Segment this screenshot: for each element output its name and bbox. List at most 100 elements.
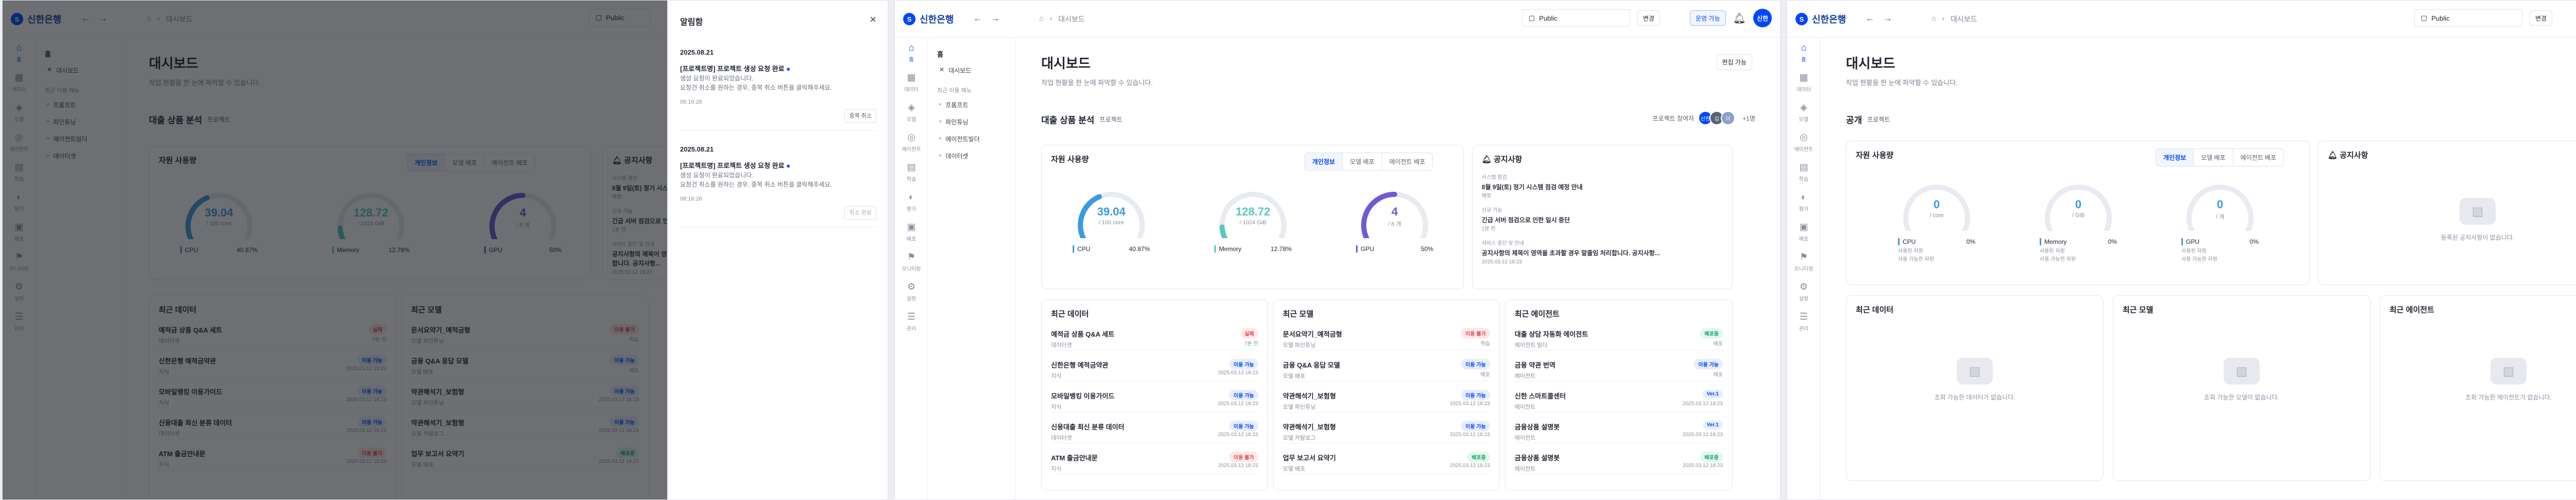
bell-icon[interactable]: 🔔︎ [1733,12,1746,25]
status-badge: Ver.1 [1702,390,1723,398]
list-item[interactable]: 신한은행 예적금약관지식이용 가능2025.03.12 18:23 [1051,355,1258,381]
notification-message: 요청건 취소를 원하는 경우, 중복 취소 버튼을 클릭해주세요. [680,181,832,188]
cancel-duplicate-button[interactable]: 중복 취소 [844,109,876,123]
project-members[interactable]: 프로젝트 참여자 신한 김 이 +1명 [1653,111,1755,125]
list-item[interactable]: 약관해석기_보험형모델 파인튜닝이용 가능2025.03.12 18:23 [1283,386,1490,412]
home-icon[interactable]: ⌂ [1931,14,1936,24]
notice-item[interactable]: 8월 9일(토) 정기 시스템 점검 예정 안내 [1482,182,1723,192]
gauge-unit: / core [1929,212,1944,219]
avatar[interactable]: 신한 [1753,9,1772,27]
rail-item[interactable]: ⚙ 설정 [895,277,928,307]
empty-text: 조회 가능한 에이전트가 없습니다. [2465,394,2552,401]
section-tag: 프로젝트 [1099,116,1123,123]
rail-item[interactable]: ▤ 학습 [895,157,928,187]
card-title: 최근 데이터 [1856,306,1894,314]
list-item[interactable]: 대출 상담 자동화 에이전트 에이전트 빌더 배포중 배포 [1515,324,1723,351]
rail-item[interactable]: ⌂홈 [1787,38,1820,68]
rail-item[interactable]: ⌂홈 [895,38,928,68]
brand-logo[interactable]: S 신한은행 [1795,12,1846,26]
sub-available: 사용 가능한 자원 [2040,257,2076,262]
mode-badge[interactable]: 운영 가능 [1690,10,1726,26]
empty-box-icon: ▧ [2224,358,2260,385]
list-item[interactable]: 신용대출 최신 분류 데이터데이터셋이용 가능2025.03.12 18:23 [1051,416,1258,443]
rail-item[interactable]: ☰ 관리 [895,307,928,337]
tab-model-deploy[interactable]: 모델 배포 [1343,153,1382,170]
list-item[interactable]: 약관해석기_보험형모델 카탈로그이용 가능2025.03.12 18:23 [1283,416,1490,443]
rail-item[interactable]: ◈ 모델 [895,97,928,127]
tab-personal[interactable]: 개인정보 [1305,153,1343,170]
tab-model-deploy[interactable]: 모델 배포 [2194,149,2233,166]
rail-item[interactable]: ▤ 학습 [1787,157,1820,187]
notification-date: 2025.08.21 [680,145,714,153]
cancel-done-button[interactable]: 취소 완료 [844,206,876,220]
change-button[interactable]: 변경 [2530,10,2553,26]
rail-item[interactable]: ⚙ 설정 [1787,277,1820,307]
submenu-item[interactable]: ▫데이터셋 [928,147,1015,164]
notification-item[interactable]: 2025.08.21 [프로젝트명] 프로젝트 생성 요청 완료 ● 생성 요청… [680,145,876,227]
modal-overlay[interactable] [3,1,667,499]
rail-icon: ▤ [1799,162,1808,172]
submenu-item[interactable]: ▫프롬프트 [928,96,1015,113]
rail-item[interactable]: ☰ 관리 [1787,307,1820,337]
list-item[interactable]: 금융 Q&A 응답 모델모델 배포 이용 가능배포 [1283,355,1490,381]
back-arrow-icon[interactable]: ← [1865,13,1876,24]
rail-item[interactable]: ▣ 배포 [895,217,928,247]
rail-item[interactable]: ▦ 데이터 [895,68,928,97]
rail-item[interactable]: ⚑ 모니터링 [895,247,928,277]
notice-item[interactable]: 공지사항의 제목이 영역을 초과할 경우 말줄임 처리합니다. 공지사항... [1482,248,1723,258]
home-icon[interactable]: ⌂ [1039,14,1043,24]
list-item[interactable]: 금융상품 설명봇 에이전트 Ver.1 2025.03.12 18:23 [1515,416,1723,443]
rail-icon: ⌂ [908,42,914,53]
rail-item[interactable]: ⚑ 모니터링 [1787,247,1820,277]
rail-item[interactable]: ▦ 데이터 [1787,68,1820,97]
list-item[interactable]: 업무 보고서 요약기모델 배포배포중2025.03.12 18:23 [1283,447,1490,474]
tab-personal[interactable]: 개인정보 [2156,149,2194,166]
list-item[interactable]: 문서요약기_예적금형모델 파인튜닝 이용 불가학습 [1283,324,1490,351]
forward-arrow-icon[interactable]: → [990,13,1001,24]
item-name: 금융상품 설명봇 [1515,423,1560,431]
brand-logo[interactable]: S 신한은행 [903,12,954,26]
submenu-item[interactable]: ▫파인튜닝 [928,113,1015,130]
list-item[interactable]: ATM 출금안내문지식이용 불가2025.03.12 18:23 [1051,447,1258,474]
rail-icon: ◈ [908,102,915,112]
resource-tabs: 개인정보 모델 배포 에이전트 배포 [1304,153,1433,171]
rail-item[interactable]: ◐ 평가 [895,187,928,217]
back-arrow-icon[interactable]: ← [972,13,984,24]
breadcrumb-current: 대시보드 [1058,15,1085,23]
list-item[interactable]: 모바일뱅킹 이용가이드지식이용 가능2025.03.12 18:23 [1051,386,1258,412]
notification-item[interactable]: 2025.08.21 [프로젝트명] 프로젝트 생성 요청 완료 ● 생성 요청… [680,48,876,130]
item-name: 업무 보고서 요약기 [1283,454,1336,462]
rail-label: 평가 [906,207,917,212]
rail-icon: ◐ [1801,192,1807,202]
list-item[interactable]: 금융 약관 번역 에이전트 이용 가능 배포 [1515,355,1723,381]
close-icon[interactable]: × [870,13,876,26]
rail-item[interactable]: ◐ 평가 [1787,187,1820,217]
submenu-item[interactable]: ▫에이전트빌더 [928,130,1015,147]
submenu-home[interactable]: 홈 [928,46,1015,62]
tab-agent-deploy[interactable]: 에이전트 배포 [2233,149,2284,166]
list-item[interactable]: 신한 스마트콜센터 에이전트 Ver.1 2025.03.12 18:23 [1515,386,1723,412]
change-button[interactable]: 변경 [1637,10,1660,26]
project-select[interactable]: ▢Public [1522,9,1631,27]
project-select[interactable]: ▢Public [2414,9,2523,27]
rail-item[interactable]: ▣ 배포 [1787,217,1820,247]
rail-item[interactable]: ◎ 에이전트 [895,127,928,157]
item-date: 2025.03.12 18:23 [1450,432,1490,438]
submenu-dashboard[interactable]: ✕대시보드 [928,62,1015,79]
notification-title: [프로젝트명] 프로젝트 생성 요청 완료 ● [680,161,876,171]
notice-item[interactable]: 긴급 서버 점검으로 인한 일시 중단 [1482,215,1723,225]
rail-item[interactable]: ◎ 에이전트 [1787,127,1820,157]
link-icon: ▫ [939,135,942,142]
edit-button[interactable]: 편집 가능 [1716,54,1752,70]
forward-arrow-icon[interactable]: → [1882,13,1893,24]
rail-item[interactable]: ◈ 모델 [1787,97,1820,127]
list-item[interactable]: 금융상품 설명봇 에이전트 배포중 2025.03.12 18:23 [1515,447,1723,474]
item-name: 대출 상담 자동화 에이전트 [1515,330,1588,338]
item-date: 2025.03.12 18:23 [1450,401,1490,407]
item-name: 약관해석기_보험형 [1283,423,1336,431]
gauge-value: 39.04 [1097,205,1126,218]
list-item[interactable]: 예적금 상품 Q&A 세트데이터셋 실패 7분 전 [1051,324,1258,351]
card-title: 최근 에이전트 [1515,310,1560,319]
item-date: 배포 [1713,372,1723,378]
tab-agent-deploy[interactable]: 에이전트 배포 [1382,153,1433,170]
